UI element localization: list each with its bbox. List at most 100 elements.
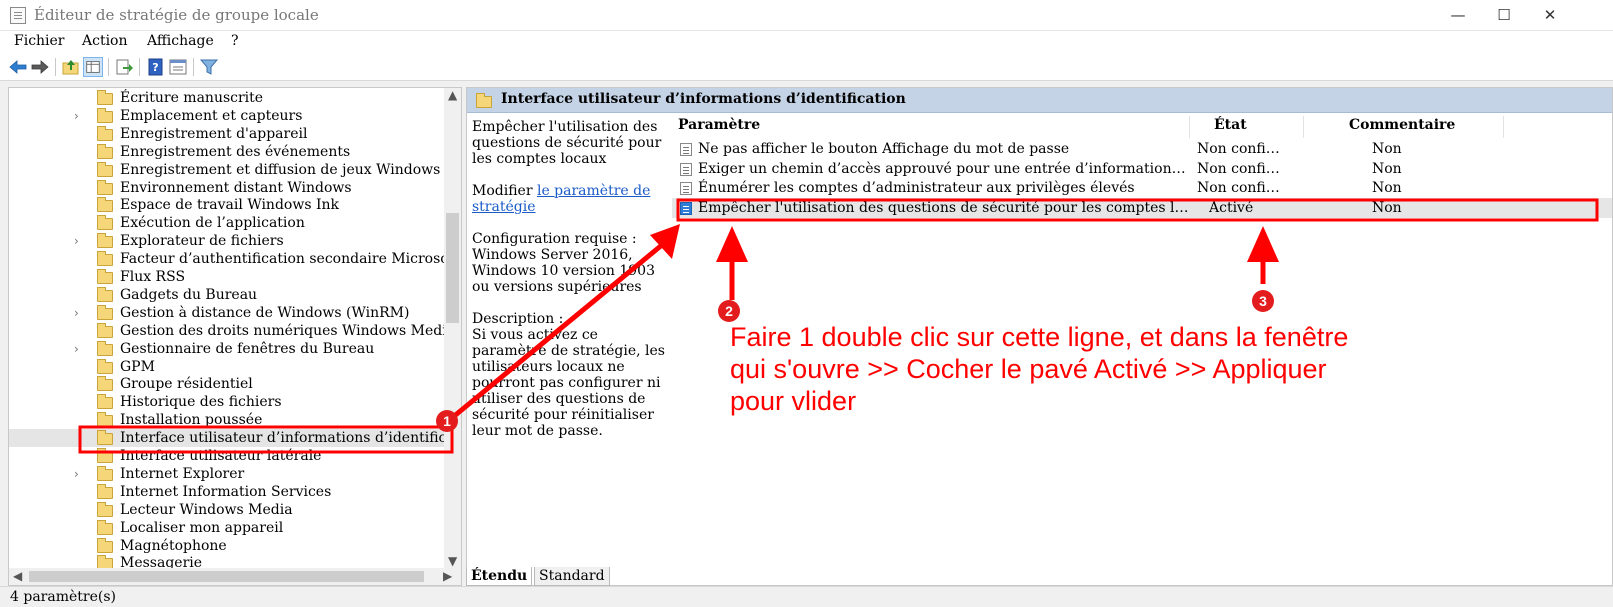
show-hide-tree-icon[interactable] — [83, 57, 103, 77]
tree-item[interactable]: › Explorateur de fichiers — [9, 232, 449, 250]
folder-icon — [97, 465, 113, 481]
export-list-icon[interactable] — [114, 57, 134, 77]
up-folder-icon[interactable] — [61, 57, 81, 77]
tree-item-label: Enregistrement des événements — [120, 143, 351, 160]
properties-icon[interactable] — [168, 57, 188, 77]
tree-item[interactable]: Groupe résidentiel — [9, 375, 449, 393]
tree-item[interactable]: Facteur d’authentification secondaire Mi… — [9, 250, 460, 268]
tree-horizontal-scrollbar[interactable]: ◀ ▶ — [9, 568, 461, 585]
settings-table-header: Paramètre État Commentaire — [672, 117, 1612, 139]
tree-item-label: Localiser mon appareil — [120, 519, 284, 536]
tree-scroll-thumb[interactable] — [446, 213, 459, 323]
policy-row[interactable]: Énumérer les comptes d’administrateur au… — [672, 178, 1612, 198]
policy-state-cell: Activé — [1209, 199, 1254, 216]
tree-hscroll-thumb[interactable] — [29, 571, 424, 582]
scroll-down-arrow-icon[interactable]: ▼ — [448, 554, 457, 568]
tree-item[interactable]: › Gestionnaire de fenêtres du Bureau — [9, 340, 449, 358]
tree-item[interactable]: Exécution de l’application — [9, 214, 449, 232]
policy-row[interactable]: Empêcher l'utilisation des questions de … — [672, 197, 1612, 218]
menu-action[interactable]: Action — [82, 33, 128, 49]
scroll-right-arrow-icon[interactable]: ▶ — [443, 569, 452, 583]
tree-item-label: GPM — [120, 358, 155, 375]
scroll-up-arrow-icon[interactable]: ▲ — [448, 88, 457, 102]
tree-item[interactable]: Enregistrement des événements — [9, 143, 449, 161]
expand-chevron-icon[interactable]: › — [74, 465, 79, 483]
menu-fichier[interactable]: Fichier — [14, 33, 65, 49]
expand-chevron-icon[interactable]: › — [74, 232, 79, 250]
expand-chevron-icon[interactable]: › — [74, 340, 79, 358]
help-icon[interactable]: ? — [146, 57, 166, 77]
tree-item[interactable]: › Gestion à distance de Windows (WinRM) — [9, 304, 449, 322]
tree-item[interactable]: › Internet Explorer — [9, 465, 449, 483]
tree-item-label: Gestion des droits numériques Windows Me… — [120, 322, 456, 339]
folder-icon — [97, 483, 113, 499]
tree-item[interactable]: Localiser mon appareil — [9, 519, 449, 537]
tree-item[interactable]: Historique des fichiers — [9, 393, 449, 411]
expand-chevron-icon[interactable]: › — [74, 107, 79, 125]
tree-item-label: Espace de travail Windows Ink — [120, 197, 339, 214]
column-divider[interactable] — [1503, 116, 1504, 138]
tree-item-label: Gadgets du Bureau — [120, 286, 258, 303]
filter-icon[interactable] — [199, 57, 219, 77]
requirements: Configuration requise : Windows Server 2… — [472, 231, 672, 295]
tab-standard[interactable]: Standard — [534, 567, 610, 586]
category-title: Interface utilisateur d’informations d’i… — [501, 91, 906, 107]
column-divider[interactable] — [1189, 116, 1190, 138]
step-badge-2: 2 — [718, 300, 740, 322]
tree-item-label: Gestionnaire de fenêtres du Bureau — [120, 340, 375, 357]
folder-icon — [97, 430, 113, 446]
column-header-comment[interactable]: Commentaire — [1349, 117, 1455, 133]
tree-item[interactable]: Interface utilisateur d’informations d’i… — [9, 429, 461, 448]
toolbar-separator — [108, 58, 109, 76]
back-icon[interactable] — [8, 57, 28, 77]
navigation-tree[interactable]: Écriture manuscrite › Emplacement et capte… — [8, 87, 462, 586]
folder-icon — [97, 251, 113, 267]
tree-item-label: Lecteur Windows Media — [120, 501, 293, 518]
forward-icon[interactable] — [30, 57, 50, 77]
folder-icon — [97, 125, 113, 141]
tree-item[interactable]: Espace de travail Windows Ink — [9, 196, 449, 214]
step-badge-3: 3 — [1252, 290, 1274, 312]
folder-icon — [97, 358, 113, 374]
tab-etendu[interactable]: Étendu — [466, 567, 533, 586]
tree-item[interactable]: › Emplacement et capteurs — [9, 107, 449, 125]
tree-item[interactable]: Installation poussée — [9, 411, 449, 429]
tree-item[interactable]: Lecteur Windows Media — [9, 501, 449, 519]
tree-item[interactable]: Interface utilisateur latérale — [9, 447, 449, 465]
folder-icon — [476, 93, 492, 108]
tree-item[interactable]: Enregistrement et diffusion de jeux Wind… — [9, 161, 449, 179]
tree-vertical-scrollbar[interactable]: ▲ ▼ — [444, 88, 461, 570]
menu-affichage[interactable]: Affichage — [147, 33, 214, 49]
policy-setting-icon — [680, 143, 692, 156]
column-divider[interactable] — [1303, 116, 1304, 138]
tree-item[interactable]: Gadgets du Bureau — [9, 286, 449, 304]
policy-comment-cell: Non — [1372, 199, 1402, 216]
scroll-left-arrow-icon[interactable]: ◀ — [13, 569, 22, 583]
requirements-label: Configuration requise : — [472, 231, 637, 247]
close-button[interactable]: ✕ — [1527, 0, 1573, 30]
column-header-state[interactable]: État — [1214, 117, 1247, 133]
tree-item[interactable]: Gestion des droits numériques Windows Me… — [9, 322, 455, 340]
tree-item[interactable]: Magnétophone — [9, 537, 449, 555]
folder-icon — [97, 519, 113, 535]
tree-item[interactable]: Internet Information Services — [9, 483, 449, 501]
tree-item[interactable]: Enregistrement d'appareil — [9, 125, 449, 143]
menu-help[interactable]: ? — [231, 33, 239, 49]
tree-item[interactable]: GPM — [9, 358, 449, 376]
toolbar: ? — [0, 53, 1613, 81]
policy-row[interactable]: Exiger un chemin d’accès approuvé pour u… — [672, 159, 1612, 179]
folder-icon — [97, 107, 113, 123]
tree-item[interactable]: Écriture manuscrite — [9, 89, 449, 107]
tree-item[interactable]: Flux RSS — [9, 268, 449, 286]
tree-item-label: Interface utilisateur d’informations d’i… — [120, 430, 462, 447]
instruction-annotation: Faire 1 double clic sur cette ligne, et … — [730, 322, 1349, 416]
column-header-param[interactable]: Paramètre — [678, 117, 760, 133]
category-header: Interface utilisateur d’informations d’i… — [467, 88, 1612, 113]
expand-chevron-icon[interactable]: › — [74, 304, 79, 322]
tree-item-label: Magnétophone — [120, 537, 227, 554]
policy-row[interactable]: Ne pas afficher le bouton Affichage du m… — [672, 139, 1612, 159]
tree-item[interactable]: Environnement distant Windows — [9, 179, 449, 197]
folder-icon — [97, 197, 113, 213]
minimize-button[interactable]: — — [1435, 0, 1481, 30]
maximize-button[interactable]: ☐ — [1481, 0, 1527, 30]
